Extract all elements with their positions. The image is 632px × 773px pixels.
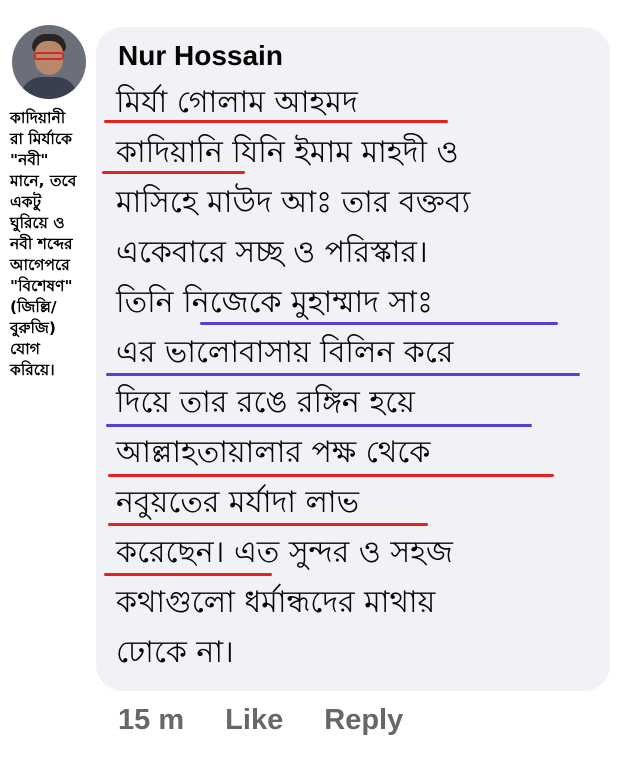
comment-author[interactable]: Nur Hossain	[118, 40, 283, 72]
comment-line-4: একেবারে সচ্ছ ও পরিস্কার।	[116, 235, 428, 270]
comment-line-5: তিনি নিজেকে মুহাম্মাদ সাঃ	[116, 285, 433, 320]
avatar[interactable]	[12, 25, 86, 99]
underline-red-5	[104, 573, 272, 576]
comment-line-11: কথাগুলো ধর্মান্ধদের মাথায়	[116, 585, 436, 620]
like-button[interactable]: Like	[225, 704, 283, 737]
comment-line-8: আল্লাহতায়ালার পক্ষ থেকে	[116, 435, 431, 470]
underline-blue-1	[200, 322, 558, 325]
comment-line-7: দিয়ে তার রঙে রঙ্গিন হয়ে	[116, 385, 415, 420]
comment-line-10: করেছেন। এত সুন্দর ও সহজ	[116, 535, 453, 570]
timestamp[interactable]: 15 m	[118, 704, 184, 737]
reply-button[interactable]: Reply	[324, 704, 403, 737]
comment-line-12: ঢোকে না।	[116, 635, 234, 670]
underline-red-2	[102, 171, 245, 174]
comment-line-3: মাসিহে মাউদ আঃ তার বক্তব্য	[116, 185, 471, 220]
underline-blue-2	[106, 373, 580, 376]
underline-red-1	[104, 120, 448, 123]
underline-blue-3	[106, 424, 532, 427]
underline-red-3	[108, 474, 554, 477]
underline-red-4	[108, 523, 428, 526]
comment-screenshot: কাদিয়ানী রা মির্যাকে "নবী" মানে, তবে এক…	[0, 0, 632, 773]
comment-actions: 15 m Like Reply	[118, 704, 436, 737]
avatar-shirt	[20, 77, 78, 99]
comment-line-6: এর ভালোবাসায় বিলিন করে	[116, 335, 454, 370]
avatar-glasses	[34, 52, 64, 60]
comment-line-9: নবুয়তের মর্যাদা লাভ	[116, 485, 359, 520]
